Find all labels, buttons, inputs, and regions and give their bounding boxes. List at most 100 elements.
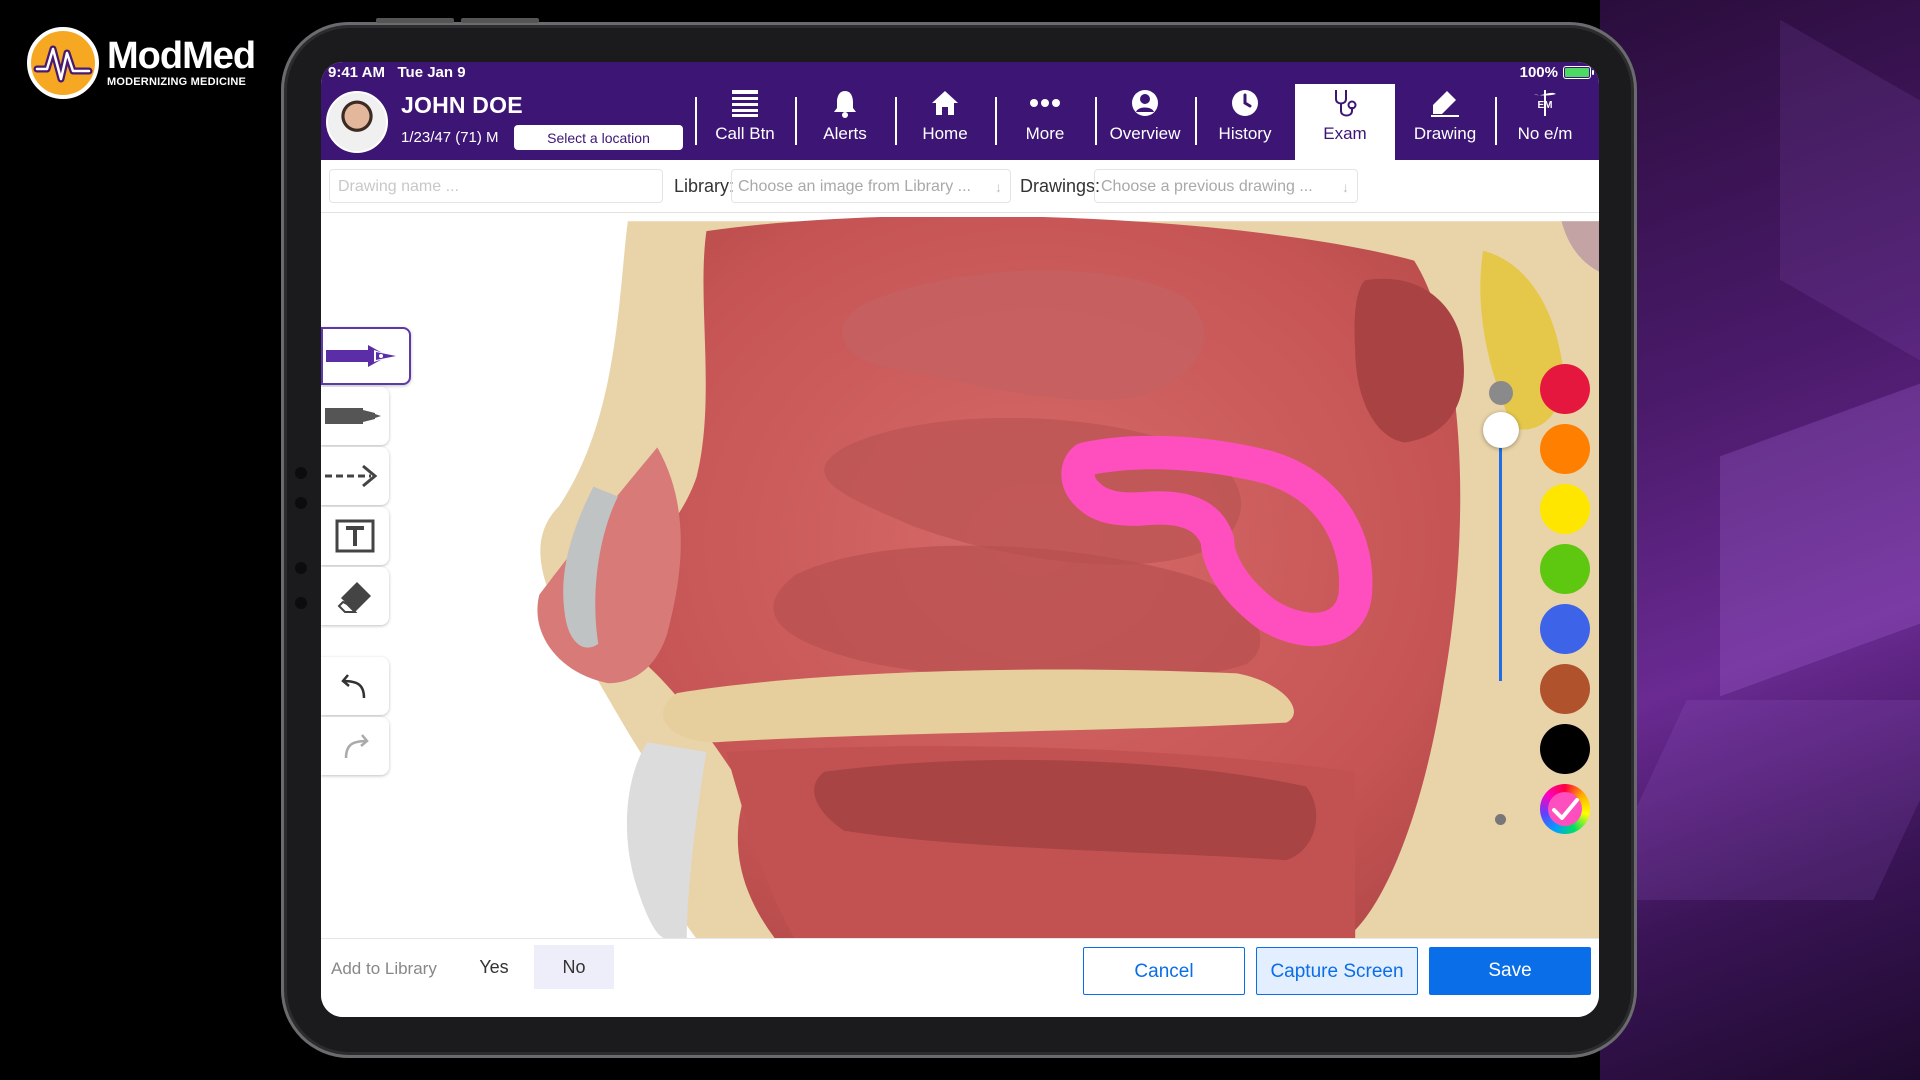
patient-name: JOHN DOE [401, 92, 523, 118]
app-screen: 9:41 AM Tue Jan 9 100% JOHN DOE 1/23/47 … [321, 62, 1599, 1017]
color-orange-swatch[interactable] [1540, 424, 1590, 474]
nav-alerts[interactable]: Alerts [795, 84, 895, 160]
patient-dob: 1/23/47 (71) M [401, 129, 499, 146]
nav-label: Exam [1323, 124, 1367, 143]
nav-more[interactable]: More [995, 84, 1095, 160]
person-icon [1095, 84, 1195, 122]
nav-history[interactable]: History [1195, 84, 1295, 160]
add-to-library-toggle: Yes No [454, 945, 614, 989]
add-to-library-no[interactable]: No [534, 945, 614, 989]
library-select[interactable]: Choose an image from Library ... ↓ [731, 169, 1011, 203]
caduceus-icon: EM [1495, 84, 1595, 122]
undo-icon [341, 674, 366, 699]
camera-dot [295, 597, 307, 609]
color-green-swatch[interactable] [1540, 544, 1590, 594]
marker-icon [325, 408, 381, 424]
nav-no-em[interactable]: EM No e/m [1495, 84, 1595, 160]
color-blue-swatch[interactable] [1540, 604, 1590, 654]
dashed-arrow-icon [325, 464, 378, 488]
drawings-select[interactable]: Choose a previous drawing ... ↓ [1094, 169, 1358, 203]
camera-dot [295, 497, 307, 509]
drawings-label: Drawings: [1020, 176, 1101, 196]
status-battery: 100% [1519, 64, 1594, 81]
undo-button[interactable] [321, 657, 389, 715]
library-select-value: Choose an image from Library ... [738, 178, 971, 195]
color-yellow-swatch[interactable] [1540, 484, 1590, 534]
main-nav: Call Btn Alerts Home More Overview Histo… [695, 84, 1595, 160]
nav-exam[interactable]: Exam [1295, 84, 1395, 160]
camera-dot [295, 467, 307, 479]
nav-label: Overview [1109, 124, 1181, 143]
arrow-tool-button[interactable] [321, 447, 389, 505]
app-header: 9:41 AM Tue Jan 9 100% JOHN DOE 1/23/47 … [321, 62, 1599, 160]
nav-label: Alerts [823, 124, 867, 143]
add-to-library-yes[interactable]: Yes [454, 945, 534, 989]
clock-icon [1195, 84, 1295, 122]
nav-label: Call Btn [715, 124, 775, 143]
brand-tagline: MODERNIZING MEDICINE [107, 75, 247, 88]
modmed-logo-icon [27, 26, 99, 99]
nav-drawing[interactable]: Drawing [1395, 84, 1495, 160]
pen-icon [326, 345, 396, 367]
list-icon [695, 84, 795, 122]
select-location-button[interactable]: Select a location [514, 125, 683, 150]
status-clock: 9:41 AM [328, 64, 385, 81]
nav-label: More [1025, 124, 1065, 143]
nasal-anatomy-image [500, 217, 1599, 939]
background-facet [1780, 19, 1920, 361]
nav-home[interactable]: Home [895, 84, 995, 160]
text-tool-button[interactable] [321, 507, 389, 565]
brand-logo: ModMed MODERNIZING MEDICINE [27, 25, 256, 100]
drawing-footer: Add to Library Yes No Cancel Capture Scr… [321, 938, 1599, 1017]
nav-label: Drawing [1413, 124, 1477, 143]
nav-label: History [1218, 124, 1272, 143]
nav-overview[interactable]: Overview [1095, 84, 1195, 160]
volume-button [376, 18, 454, 23]
custom-color-swatch[interactable] [1540, 784, 1590, 834]
background-facet [1720, 383, 1920, 697]
cancel-button[interactable]: Cancel [1083, 947, 1245, 995]
status-time: 9:41 AM Tue Jan 9 [328, 64, 466, 81]
add-to-library-label: Add to Library [331, 959, 437, 978]
text-box-icon [335, 519, 375, 553]
stroke-size-slider-thumb[interactable] [1483, 412, 1519, 448]
marker-tool-button[interactable] [321, 387, 389, 445]
camera-dot [295, 562, 307, 574]
drawing-toolbar: Drawing name ... Library: Choose an imag… [321, 160, 1599, 213]
patient-avatar[interactable] [326, 91, 388, 153]
home-icon [895, 84, 995, 122]
eraser-icon [337, 582, 371, 613]
background-gradient [1593, 0, 1920, 1080]
eraser-tool-button[interactable] [321, 567, 389, 625]
volume-button [461, 18, 539, 23]
pencil-icon [1395, 84, 1495, 122]
redo-button[interactable] [321, 717, 389, 775]
stroke-size-large-indicator [1489, 381, 1513, 405]
stroke-size-slider[interactable] [1499, 435, 1502, 681]
drawing-canvas[interactable] [321, 213, 1599, 939]
capture-screen-button[interactable]: Capture Screen [1256, 947, 1418, 995]
library-label: Library: [674, 176, 735, 196]
arrow-down-icon: ↓ [1342, 179, 1349, 195]
nav-label: Home [922, 124, 968, 143]
arrow-down-icon: ↓ [995, 179, 1002, 195]
pen-tool-button[interactable] [321, 327, 411, 385]
nav-label: No e/m [1517, 124, 1573, 143]
redo-icon [344, 734, 369, 759]
color-black-swatch[interactable] [1540, 724, 1590, 774]
color-brown-swatch[interactable] [1540, 664, 1590, 714]
stethoscope-icon [1295, 84, 1395, 122]
save-button[interactable]: Save [1429, 947, 1591, 995]
status-date: Tue Jan 9 [397, 64, 466, 81]
drawings-select-value: Choose a previous drawing ... [1101, 178, 1313, 195]
background-facet [1593, 700, 1920, 900]
battery-percent: 100% [1519, 64, 1558, 81]
nav-call-btn[interactable]: Call Btn [695, 84, 795, 160]
svg-text:EM: EM [1538, 100, 1553, 111]
stroke-size-small-indicator [1495, 814, 1506, 825]
drawing-name-input[interactable]: Drawing name ... [329, 169, 663, 203]
more-dots-icon [995, 84, 1095, 122]
color-red-swatch[interactable] [1540, 364, 1590, 414]
checkmark-icon [1552, 798, 1579, 820]
brand-name: ModMed [107, 34, 256, 77]
